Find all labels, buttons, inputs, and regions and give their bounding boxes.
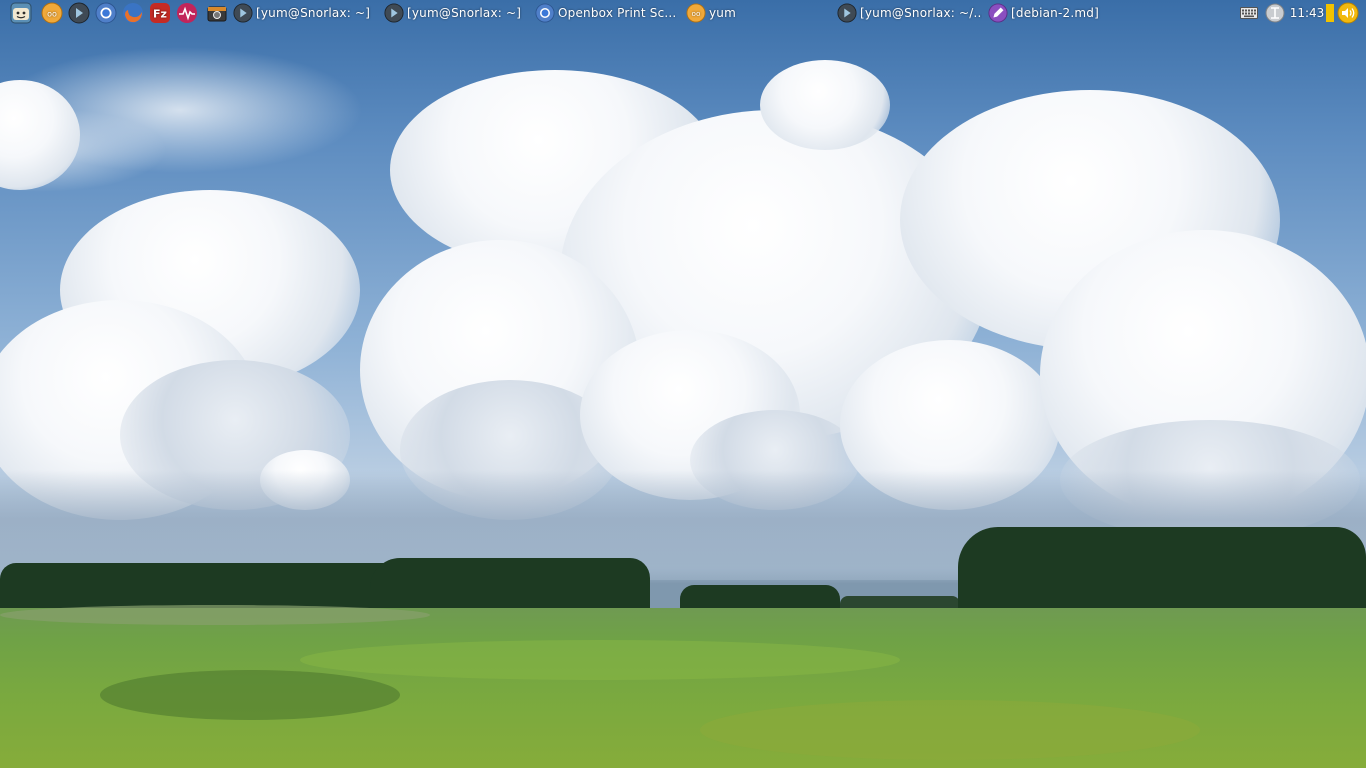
file-manager-launcher[interactable] — [10, 2, 32, 24]
camera-launcher[interactable] — [206, 2, 228, 24]
keyboard-icon — [1240, 7, 1258, 19]
text-editor-icon — [988, 3, 1008, 23]
desktop[interactable]: oo Fz [yum@Snorlax: ~] [yum@Snorlax: ~] … — [0, 0, 1366, 768]
terminal-launcher[interactable] — [68, 2, 90, 24]
chromium-icon — [95, 2, 117, 24]
volume-level-track — [1325, 4, 1334, 22]
network-icon — [1265, 3, 1285, 23]
task-chromium[interactable]: Openbox Print Sc... — [535, 2, 680, 24]
task-terminal-2[interactable]: [yum@Snorlax: ~] — [384, 2, 529, 24]
camera-icon — [207, 6, 227, 22]
task-label: [yum@Snorlax: ~/... — [860, 6, 982, 20]
svg-text:Fz: Fz — [153, 8, 167, 21]
volume-icon — [1337, 2, 1359, 24]
task-label: [debian-2.md] — [1011, 6, 1099, 20]
pulse-icon — [177, 3, 197, 23]
chat-bubbles-icon: oo — [41, 2, 63, 24]
terminal-icon — [837, 3, 857, 23]
top-panel: oo Fz [yum@Snorlax: ~] [yum@Snorlax: ~] … — [0, 0, 1366, 26]
volume-level-bar[interactable] — [1325, 2, 1334, 24]
smiling-face-icon — [10, 2, 32, 24]
clock-time: 11:43 — [1289, 6, 1325, 20]
task-label: [yum@Snorlax: ~] — [256, 6, 371, 20]
pidgin-launcher[interactable]: oo — [41, 2, 63, 24]
filezilla-launcher[interactable]: Fz — [149, 2, 171, 24]
terminal-icon — [68, 2, 90, 24]
clock[interactable]: 11:43 — [1289, 2, 1325, 24]
task-terminal-1[interactable]: [yum@Snorlax: ~] — [233, 2, 378, 24]
keyboard-layout-indicator[interactable] — [1238, 2, 1260, 24]
terminal-icon — [233, 3, 253, 23]
task-text-editor[interactable]: [debian-2.md] — [988, 2, 1133, 24]
network-indicator[interactable] — [1264, 2, 1286, 24]
terminal-icon — [384, 3, 404, 23]
svg-text:oo: oo — [692, 9, 701, 18]
task-pidgin[interactable]: oo yum — [686, 2, 831, 24]
system-monitor-launcher[interactable] — [176, 2, 198, 24]
firefox-icon — [123, 3, 143, 23]
chromium-launcher[interactable] — [95, 2, 117, 24]
task-label: [yum@Snorlax: ~] — [407, 6, 522, 20]
volume-level-fill — [1325, 4, 1334, 22]
task-label: Openbox Print Sc... — [558, 6, 677, 20]
svg-text:oo: oo — [47, 10, 57, 19]
task-terminal-3[interactable]: [yum@Snorlax: ~/... — [837, 2, 982, 24]
filezilla-icon: Fz — [150, 3, 170, 23]
chat-bubbles-icon: oo — [686, 3, 706, 23]
chromium-icon — [535, 3, 555, 23]
task-label: yum — [709, 6, 736, 20]
firefox-launcher[interactable] — [122, 2, 144, 24]
volume-control[interactable] — [1336, 2, 1360, 24]
